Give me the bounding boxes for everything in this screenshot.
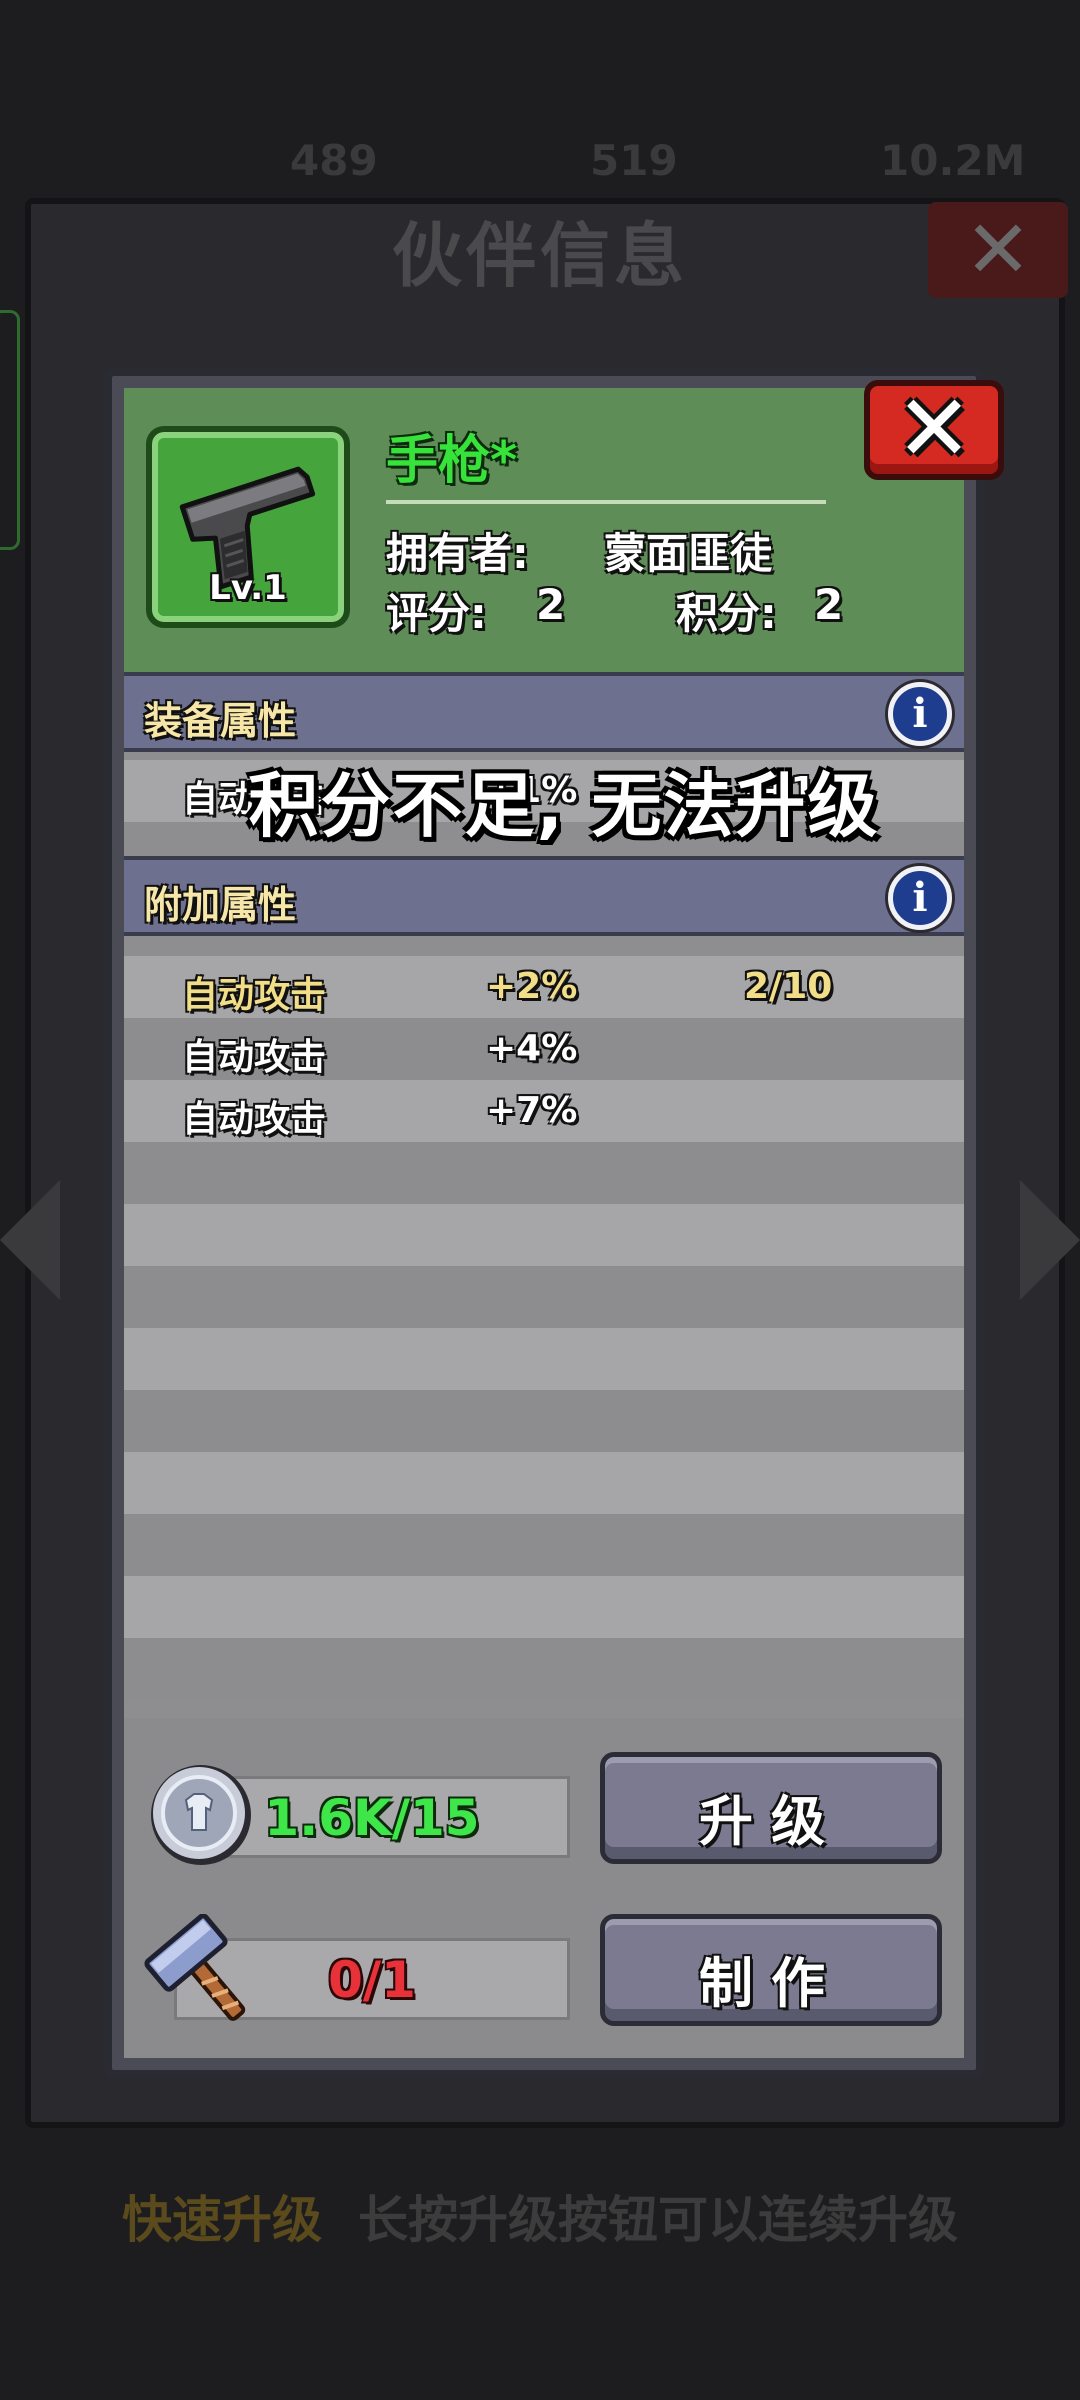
attr-progress: 2/10 [744,966,833,1007]
item-level: Lv.1 [209,568,287,608]
table-row: 自动攻击 +4% [124,1018,964,1080]
table-row [124,1204,964,1266]
silver-coin-icon [151,1765,251,1865]
dialog-body: Lv.1 手枪* 拥有者: 蒙面匪徒 评分: 2 积分: 2 ✕ 装备属性 i … [124,380,1004,2058]
name-divider [386,500,826,504]
attr-value: +4% [486,1028,578,1069]
points-value: 2 [814,580,844,629]
item-icon-frame[interactable]: Lv.1 [146,426,350,628]
table-row: 自动攻击 +2% 2/10 [124,956,964,1018]
table-row [124,1142,964,1204]
points-label: 积分: [676,589,777,638]
hint-description: 长按升级按钮可以连续升级 [358,2191,958,2249]
hammer-icon [144,1914,246,2021]
attr-name: 自动攻击 [182,1099,327,1140]
side-tab [0,310,20,550]
owner-label: 拥有者: [386,529,529,578]
currency-value-2: 519 [590,136,678,185]
upgrade-button-label: 升级 [699,1790,843,1853]
close-button[interactable]: ✕ [864,380,1004,480]
currency-bar: 489 519 10.2M [0,110,1080,210]
attr-value: +7% [486,1090,578,1131]
item-name: 手枪* [386,431,518,491]
craft-button[interactable]: 制作 [600,1914,942,2026]
table-row: 自动攻击 +7% [124,1080,964,1142]
table-row [124,1514,964,1576]
table-row [124,1328,964,1390]
attr-name: 自动攻击 [182,1037,327,1078]
bg-close-icon: ✕ [928,202,1068,298]
extra-attributes-title: 附加属性 [144,883,297,927]
attr-value: +2% [486,966,578,1007]
table-row [124,1266,964,1328]
item-header: Lv.1 手枪* 拥有者: 蒙面匪徒 评分: 2 积分: 2 [124,388,964,672]
next-arrow-icon [1020,1180,1080,1300]
equip-attributes-header: 装备属性 i [124,672,964,752]
partner-info-title: 伙伴信息 [392,215,688,297]
table-row [124,1576,964,1638]
table-row [124,1452,964,1514]
hint-key: 快速升级 [122,2191,322,2249]
extra-attributes-header: 附加属性 i [124,856,964,936]
table-row [124,1390,964,1452]
rating-label: 评分: [386,589,487,638]
table-row [124,1638,964,1700]
quick-upgrade-hint: 快速升级 长按升级按钮可以连续升级 [0,2180,1080,2252]
insufficient-points-toast: 积分不足, 无法升级 [248,765,880,847]
equip-attributes-title: 装备属性 [144,699,297,743]
craft-button-label: 制作 [699,1952,843,2015]
prev-arrow-icon [0,1180,60,1300]
info-icon[interactable]: i [888,682,952,746]
item-dialog: Lv.1 手枪* 拥有者: 蒙面匪徒 评分: 2 积分: 2 ✕ 装备属性 i … [104,368,1004,2078]
dialog-footer: 1.6K/15 升级 0/1 制作 [124,1718,964,2058]
upgrade-button[interactable]: 升级 [600,1752,942,1864]
info-icon[interactable]: i [888,866,952,930]
rating-value: 2 [536,580,566,629]
owner-value: 蒙面匪徒 [604,529,773,578]
attr-name: 自动攻击 [182,975,327,1016]
currency-value-1: 489 [290,136,378,185]
close-icon: ✕ [895,375,973,482]
currency-value-3: 10.2M [880,136,1026,185]
